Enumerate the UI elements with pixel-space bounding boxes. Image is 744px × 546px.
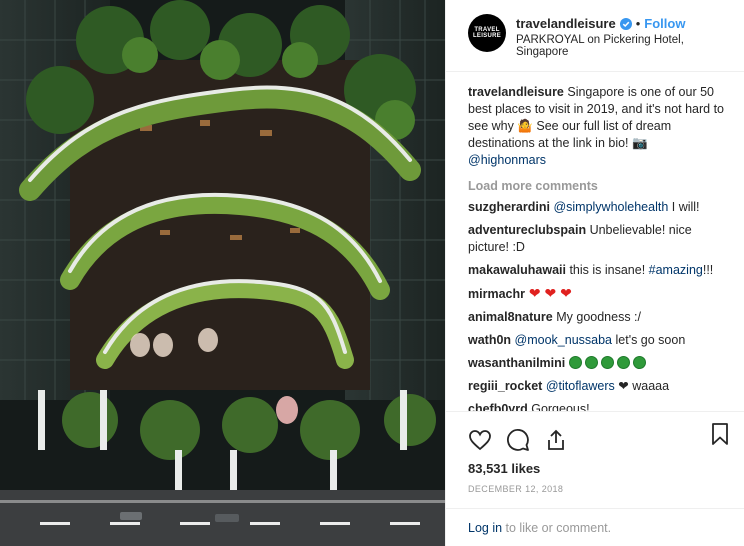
comment-username[interactable]: adventureclubspain [468,223,586,237]
comment-text: Gorgeous! [527,402,590,411]
comment-username[interactable]: wath0n [468,333,511,347]
avatar[interactable]: TRAVEL LEISURE [468,14,506,52]
separator-dot: • [635,16,641,31]
comment-mention[interactable]: @titoflawers [546,379,615,393]
comment-text: ❤ waaaa [614,379,670,393]
verified-badge-icon [619,17,632,30]
comment-hashtag[interactable]: #amazing [649,263,703,277]
comment-bubble-icon[interactable] [506,428,530,452]
tree-icon [568,356,582,369]
post-header: TRAVEL LEISURE travelandleisure • Follow… [446,0,744,72]
comment-username[interactable]: wasanthanilmini [468,356,565,370]
tree-emoji-row [568,356,649,370]
header-username[interactable]: travelandleisure [516,16,616,31]
list-item: wath0n @mook_nussaba let's go soon [468,332,728,349]
tree-icon [584,356,598,369]
caption-username[interactable]: travelandleisure [468,85,564,99]
comment-username[interactable]: suzgherardini [468,200,550,214]
login-link[interactable]: Log in [468,521,502,535]
comment-text: I will! [668,200,700,214]
instagram-post: TRAVEL LEISURE travelandleisure • Follow… [0,0,744,546]
comment-username[interactable]: regiii_rocket [468,379,542,393]
action-bar [446,411,744,459]
post-date: December 12, 2018 [468,484,564,494]
avatar-logo: TRAVEL LEISURE [473,27,501,39]
list-item: makawaluhawaii this is insane! #amazing!… [468,262,728,279]
hotel-garden-photo [0,0,445,546]
caption-mention[interactable]: @highonmars [468,153,546,167]
list-item: adventureclubspain Unbelievable! nice pi… [468,222,728,256]
comment-username[interactable]: chefb0yrd [468,402,528,411]
comments-section: travelandleisure Singapore is one of our… [446,72,744,411]
comment-text: let's go soon [612,333,686,347]
heart-outline-icon[interactable] [468,428,492,452]
tree-icon [600,356,614,369]
comment-text: this is insane! [565,263,649,277]
list-item: mirmachr ❤ ❤ ❤ [468,285,728,303]
post-caption: travelandleisure Singapore is one of our… [468,84,728,169]
tree-icon [616,356,630,369]
avatar-text-leisure: LEISURE [472,33,502,39]
comment-username[interactable]: mirmachr [468,287,525,301]
login-prompt: Log in to like or comment. [446,508,744,546]
comment-username[interactable]: animal8nature [468,310,553,324]
comment-mention[interactable]: @mook_nussaba [515,333,612,347]
comment-username[interactable]: makawaluhawaii [468,263,566,277]
comment-text: My goodness :/ [552,310,642,324]
share-icon[interactable] [544,428,568,452]
list-item: regiii_rocket @titoflawers ❤ waaaa [468,378,728,395]
header-top-row: travelandleisure • Follow [516,16,728,31]
list-item: chefb0yrd Gorgeous! [468,401,728,411]
comment-text: ❤ ❤ ❤ [524,285,572,301]
tree-icon [632,356,646,369]
list-item: suzgherardini @simplywholehealth I will! [468,199,728,216]
follow-button[interactable]: Follow [644,16,685,31]
load-more-comments-button[interactable]: Load more comments [468,179,728,193]
location-link[interactable]: PARKROYAL on Pickering Hotel, Singapore [516,34,728,58]
list-item: wasanthanilmini [468,355,728,372]
likes-count[interactable]: 83,531 likes [446,459,744,476]
post-photo[interactable] [0,0,445,546]
header-text: travelandleisure • Follow PARKROYAL on P… [516,16,728,58]
bookmark-icon[interactable] [708,422,732,446]
comment-mention[interactable]: @simplywholehealth [553,200,668,214]
comment-text-tail: !!! [702,263,714,277]
login-text: to like or comment. [502,521,612,535]
post-side-panel: TRAVEL LEISURE travelandleisure • Follow… [445,0,744,546]
list-item: animal8nature My goodness :/ [468,309,728,326]
